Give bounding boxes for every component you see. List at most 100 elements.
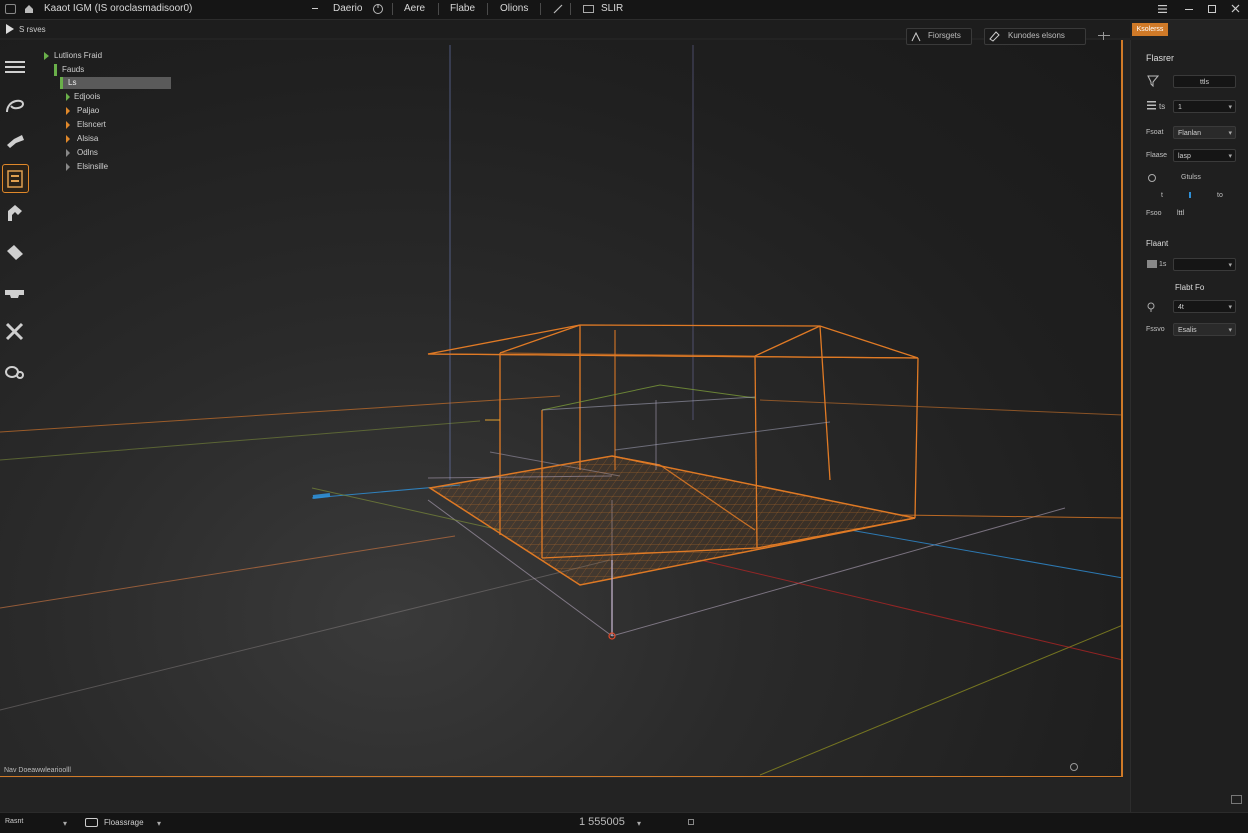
close-button[interactable] — [1231, 4, 1240, 13]
menu-olions[interactable]: Olions — [500, 3, 528, 14]
count-dropdown[interactable]: 1 — [1173, 100, 1236, 114]
eraser-icon — [989, 31, 1000, 42]
collection-marker — [60, 77, 63, 89]
camera-icon — [7, 135, 24, 148]
rotate-icon — [1147, 173, 1157, 183]
row-label: Fsoo — [1146, 210, 1162, 217]
outliner-item[interactable]: Odlns — [66, 147, 166, 159]
row-label: Flaase — [1146, 152, 1168, 159]
menu-tool[interactable] — [2, 54, 27, 81]
outliner-item[interactable]: Elsncert — [66, 119, 166, 131]
app-icon — [5, 4, 16, 14]
section-header: Flaant — [1146, 239, 1169, 248]
collection-marker — [54, 64, 57, 76]
viewport-header: S rsves Fiorsgets Kunodes elsons — [0, 20, 1130, 45]
expand-arrow-icon[interactable] — [44, 52, 49, 60]
filter-icon[interactable] — [1147, 75, 1160, 88]
dropdown-arrow-icon[interactable]: ▾ — [637, 819, 641, 828]
value-field[interactable]: lttl — [1173, 207, 1207, 220]
row-label: Fssvo — [1146, 326, 1165, 333]
monitor-icon[interactable] — [85, 818, 98, 827]
mode-selector[interactable]: Floassrage — [104, 818, 144, 827]
keyframe-icon[interactable] — [688, 819, 694, 825]
row-label: 1s — [1159, 261, 1167, 268]
outliner-item[interactable]: Alsisa — [66, 133, 166, 145]
properties-header: Flasrer — [1146, 53, 1175, 63]
group-value: t — [1161, 192, 1163, 199]
light-icon — [1146, 302, 1156, 312]
slider-marker[interactable] — [1189, 192, 1191, 198]
mode-dropdown[interactable]: lasp — [1173, 149, 1236, 163]
frame-counter[interactable]: 1 555005 — [579, 816, 625, 828]
row-label: Fsoat — [1146, 129, 1164, 136]
pen-icon[interactable] — [553, 4, 563, 14]
outliner-item[interactable]: Paljao — [66, 105, 166, 117]
properties-tab[interactable]: Ksolerss — [1132, 23, 1168, 36]
path-icon — [8, 205, 22, 221]
camera-tool[interactable] — [2, 128, 27, 155]
expand-arrow-icon[interactable] — [66, 149, 70, 157]
row-label: ts — [1159, 102, 1166, 111]
play-icon[interactable] — [6, 24, 14, 34]
properties-panel: Flasrer ttls ts 1 Fsoat Flanlan Flaase l… — [1130, 40, 1248, 815]
expand-arrow-icon[interactable] — [66, 121, 70, 129]
curve-tool[interactable] — [2, 93, 27, 120]
home-icon[interactable] — [24, 4, 34, 14]
play-label: S rsves — [19, 25, 46, 34]
outliner-item[interactable]: Fauds — [54, 64, 164, 76]
status-left-label: Rasnt — [5, 818, 24, 825]
screen-icon[interactable] — [583, 5, 594, 13]
viewport-shading-button[interactable]: Fiorsgets — [906, 28, 972, 45]
group-value: to — [1217, 192, 1223, 199]
viewport-info-label: Nav Doeawwlearioolll — [4, 767, 71, 774]
menu-daerio[interactable]: Daerio — [333, 3, 362, 14]
outliner-item-selected[interactable]: Ls — [60, 77, 171, 89]
scene-outliner: Lutlions Fraid Fauds Ls Edjoois Paljao E… — [40, 48, 180, 178]
list-icon — [1147, 101, 1156, 110]
style-dropdown[interactable]: Esalis — [1173, 323, 1236, 337]
vehicle-icon — [5, 290, 24, 298]
filter-field[interactable]: ttls — [1173, 75, 1236, 88]
menu-aere[interactable]: Aere — [404, 3, 425, 14]
format-dropdown[interactable]: Flanlan — [1173, 126, 1236, 140]
dropdown-arrow-icon[interactable]: ▾ — [63, 819, 67, 828]
link-tool[interactable] — [2, 358, 27, 385]
outliner-item[interactable]: Edjoois — [66, 91, 166, 103]
expand-arrow-icon[interactable] — [66, 93, 70, 101]
menu-slir[interactable]: SLIR — [601, 3, 623, 14]
maximize-button[interactable] — [1208, 5, 1216, 13]
overlay-button[interactable]: Kunodes elsons — [984, 28, 1086, 45]
light-dropdown[interactable]: 4t — [1173, 300, 1236, 314]
expand-arrow-icon[interactable] — [66, 107, 70, 115]
image-icon — [1147, 260, 1157, 268]
dash-icon — [312, 8, 318, 9]
menu-flabe[interactable]: Flabe — [450, 3, 475, 14]
bucket-icon — [7, 245, 23, 260]
tools-tool[interactable] — [2, 318, 27, 345]
left-toolbar — [0, 40, 30, 400]
expand-arrow-icon[interactable] — [66, 135, 70, 143]
minimize-button[interactable] — [1185, 9, 1193, 10]
brush-icon — [911, 31, 921, 42]
refresh-icon[interactable] — [372, 3, 384, 15]
outliner-item[interactable]: Lutlions Fraid — [42, 50, 162, 62]
window-title: Kaaot IGM (IS oroclasmadisoor0) — [44, 3, 193, 14]
vehicle-tool[interactable] — [2, 279, 27, 306]
expand-arrow-icon[interactable] — [66, 163, 70, 171]
path-tool[interactable] — [2, 200, 27, 227]
panel-toggle-icon[interactable] — [1231, 795, 1242, 804]
view-options-icon[interactable] — [1098, 32, 1110, 40]
source-dropdown[interactable] — [1173, 258, 1236, 272]
layer-icon — [7, 170, 23, 188]
hamburger-icon[interactable] — [1158, 5, 1167, 13]
viewport-gizmo-icon[interactable] — [1068, 762, 1080, 772]
outliner-item[interactable]: Elsinsille — [66, 161, 166, 173]
section-header: Flabt Fo — [1175, 283, 1205, 292]
group-label: Gtulss — [1181, 174, 1201, 181]
layer-tool[interactable] — [2, 164, 29, 193]
menu-icon — [5, 61, 25, 73]
dropdown-arrow-icon[interactable]: ▾ — [157, 819, 161, 828]
bucket-tool[interactable] — [2, 240, 27, 267]
curve-icon — [6, 99, 25, 113]
tools-icon — [5, 322, 24, 341]
